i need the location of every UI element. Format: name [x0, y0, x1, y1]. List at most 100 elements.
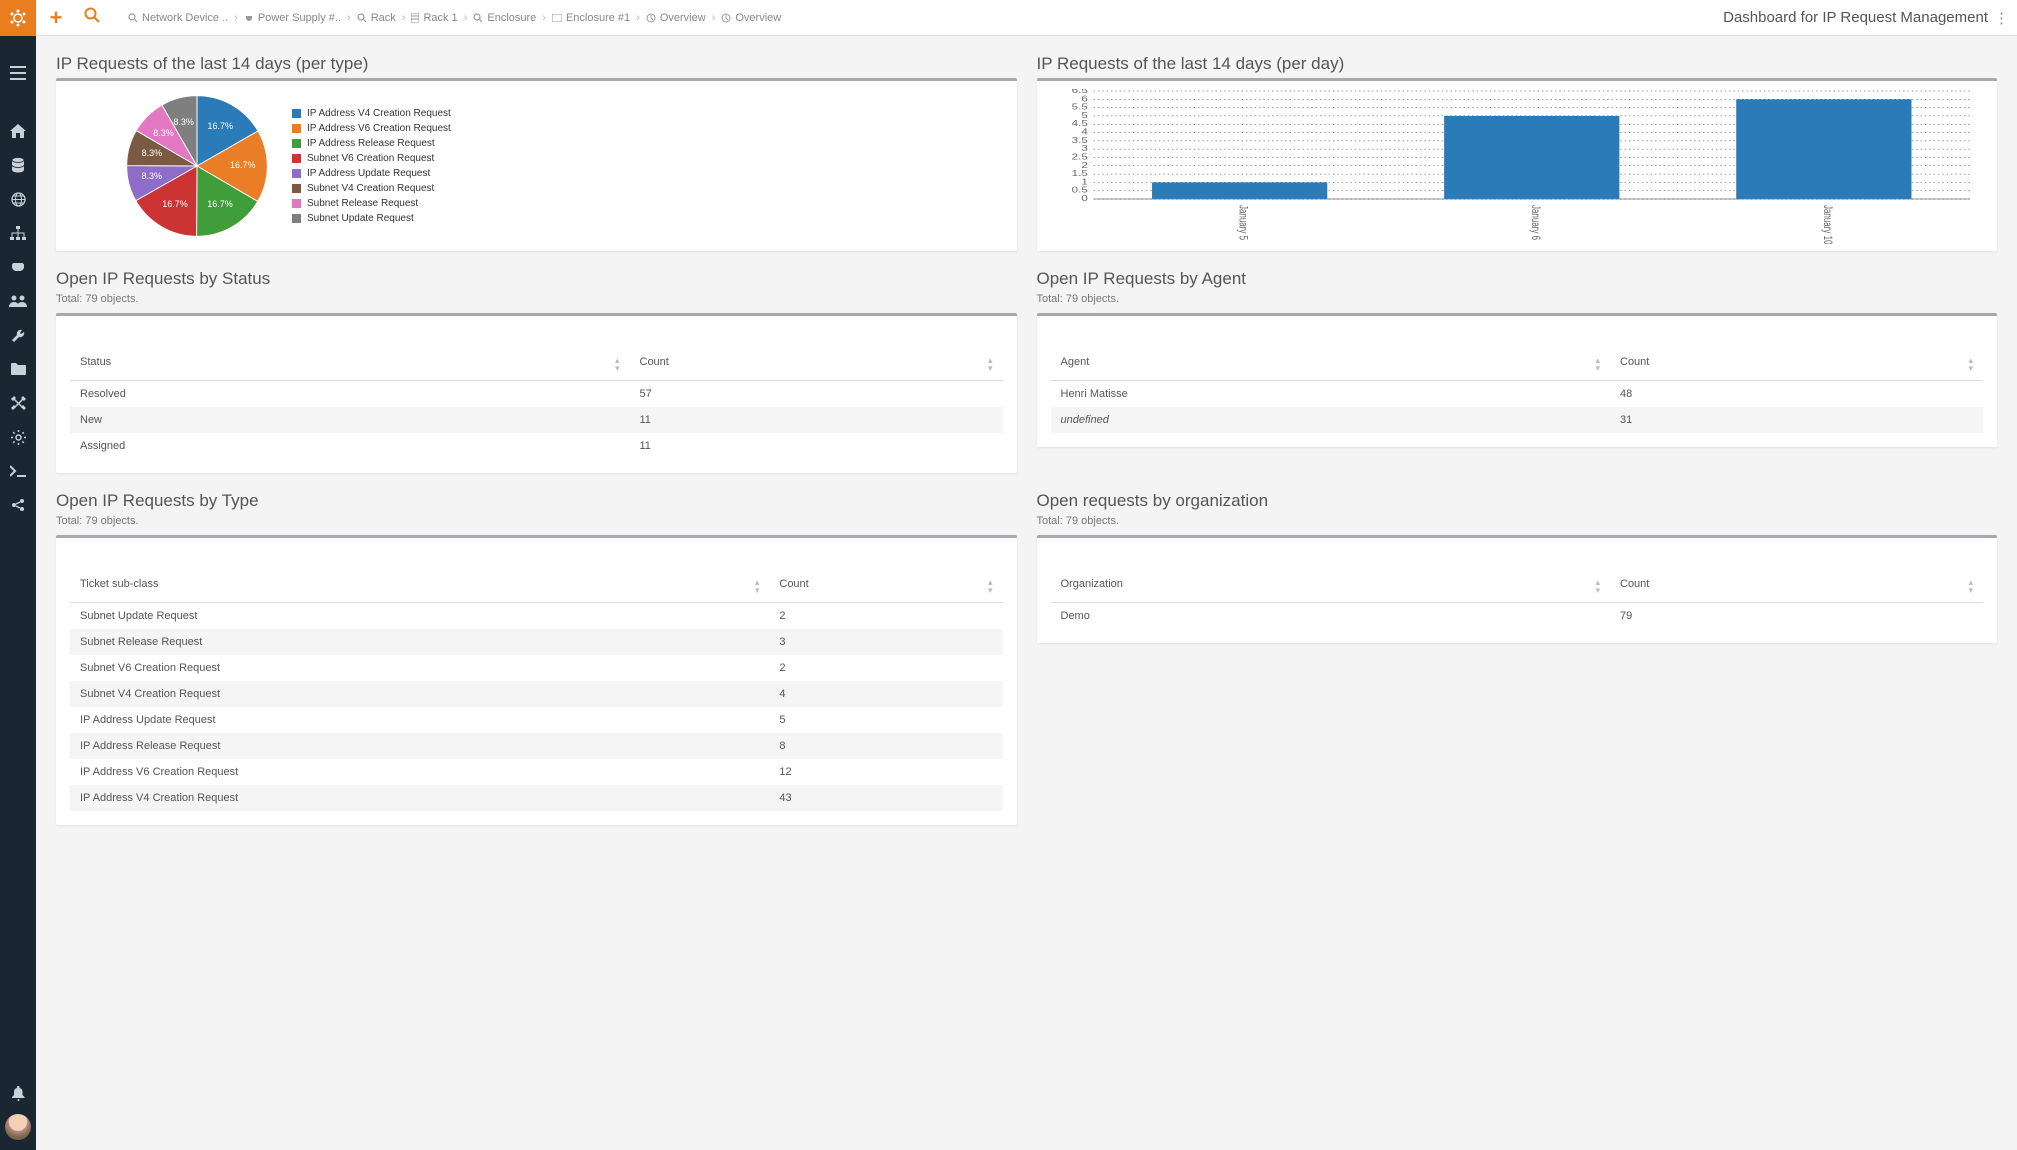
col-count[interactable]: Count▴▾ — [1610, 570, 1983, 603]
app-logo[interactable] — [0, 0, 36, 36]
legend-item[interactable]: IP Address Update Request — [292, 168, 451, 179]
col-agent[interactable]: Agent▴▾ — [1051, 348, 1611, 381]
col-count[interactable]: Count▴▾ — [1610, 348, 1983, 381]
breadcrumb-item[interactable]: Power Supply #.. — [244, 12, 341, 24]
row-count[interactable]: 43 — [769, 785, 1002, 811]
pie-slice-label: 8.3% — [173, 117, 194, 127]
row-label[interactable]: Demo — [1051, 603, 1611, 630]
pie-slice-label: 16.7% — [162, 199, 188, 209]
svg-text:January 5: January 5 — [1236, 205, 1249, 240]
col-status[interactable]: Status▴▾ — [70, 348, 630, 381]
folder-icon[interactable] — [0, 352, 36, 386]
row-count[interactable]: 4 — [769, 681, 1002, 707]
row-count[interactable]: 79 — [1610, 603, 1983, 630]
terminal-icon[interactable] — [0, 454, 36, 488]
row-count[interactable]: 2 — [769, 603, 1002, 630]
row-count[interactable]: 11 — [630, 433, 1003, 459]
add-button[interactable]: + — [44, 5, 68, 31]
panel-title-agent: Open IP Requests by Agent — [1037, 269, 1998, 289]
table-row: IP Address Update Request5 — [70, 707, 1003, 733]
chevron-right-icon: › — [402, 12, 406, 24]
chevron-right-icon: › — [464, 12, 468, 24]
table-row: New11 — [70, 407, 1003, 433]
status-table: Status▴▾ Count▴▾ Resolved57New11Assigned… — [70, 348, 1003, 459]
wrench-icon[interactable] — [0, 318, 36, 352]
hand-icon[interactable] — [0, 250, 36, 284]
pie-slice-label: 16.7% — [208, 121, 234, 131]
row-count[interactable]: 8 — [769, 733, 1002, 759]
legend-item[interactable]: IP Address Release Request — [292, 138, 451, 149]
globe-icon[interactable] — [0, 182, 36, 216]
gear-icon[interactable] — [0, 420, 36, 454]
col-subclass[interactable]: Ticket sub-class▴▾ — [70, 570, 769, 603]
row-label: Subnet V4 Creation Request — [70, 681, 769, 707]
row-count[interactable]: 48 — [1610, 381, 1983, 408]
breadcrumb-item[interactable]: Rack — [357, 12, 396, 24]
panel-sub-org: Total: 79 objects. — [1037, 515, 1998, 527]
svg-text:January 6: January 6 — [1528, 205, 1541, 240]
breadcrumb-item[interactable]: Overview — [646, 12, 706, 24]
svg-text:2: 2 — [1081, 161, 1088, 170]
svg-text:0.5: 0.5 — [1071, 186, 1088, 195]
more-icon[interactable]: ⋮ — [1994, 9, 2009, 27]
pie-slice-label: 8.3% — [141, 171, 162, 181]
users-icon[interactable] — [0, 284, 36, 318]
bell-icon[interactable] — [0, 1076, 36, 1110]
row-label: Resolved — [70, 381, 630, 408]
table-row: Assigned11 — [70, 433, 1003, 459]
user-avatar[interactable] — [5, 1114, 31, 1140]
panel-org: Organization▴▾ Count▴▾ Demo79 — [1037, 535, 1998, 643]
row-label[interactable]: Henri Matisse — [1051, 381, 1611, 408]
sitemap-icon[interactable] — [0, 216, 36, 250]
panel-title-pie: IP Requests of the last 14 days (per typ… — [56, 54, 1017, 74]
svg-text:4.5: 4.5 — [1071, 120, 1088, 129]
legend-item[interactable]: Subnet Release Request — [292, 198, 451, 209]
pie-slice-label: 16.7% — [207, 199, 233, 209]
row-label: Assigned — [70, 433, 630, 459]
sidebar-menu-toggle[interactable] — [0, 56, 36, 90]
breadcrumbs: Network Device .. › Power Supply #.. › Rack ›… — [128, 12, 781, 24]
search-button[interactable] — [80, 7, 104, 28]
panel-title-org: Open requests by organization — [1037, 491, 1998, 511]
col-count[interactable]: Count▴▾ — [630, 348, 1003, 381]
row-count[interactable]: 31 — [1610, 407, 1983, 433]
chevron-right-icon: › — [234, 12, 238, 24]
table-row: undefined31 — [1051, 407, 1984, 433]
breadcrumb-item[interactable]: Enclosure #1 — [552, 12, 630, 24]
row-label: New — [70, 407, 630, 433]
tools-icon[interactable] — [0, 386, 36, 420]
row-count[interactable]: 57 — [630, 381, 1003, 408]
legend-item[interactable]: IP Address V4 Creation Request — [292, 108, 451, 119]
breadcrumb-item[interactable]: Enclosure — [473, 12, 536, 24]
pie-slice-label: 8.3% — [142, 148, 163, 158]
row-count[interactable]: 3 — [769, 629, 1002, 655]
bar-chart: 00.511.522.533.544.555.566.5January 5Jan… — [1037, 81, 1998, 251]
row-count[interactable]: 2 — [769, 655, 1002, 681]
row-count[interactable]: 12 — [769, 759, 1002, 785]
share-icon[interactable] — [0, 488, 36, 522]
panel-title-bar: IP Requests of the last 14 days (per day… — [1037, 54, 1998, 74]
topbar: + Network Device .. › Power Supply #.. › Rac… — [36, 0, 2017, 36]
table-row: IP Address Release Request8 — [70, 733, 1003, 759]
panel-pie: 16.7%16.7%16.7%16.7%8.3%8.3%8.3%8.3% IP … — [56, 78, 1017, 251]
row-count[interactable]: 11 — [630, 407, 1003, 433]
breadcrumb-item[interactable]: Overview — [721, 12, 781, 24]
row-label: IP Address V4 Creation Request — [70, 785, 769, 811]
table-row: IP Address V4 Creation Request43 — [70, 785, 1003, 811]
legend-item[interactable]: Subnet V6 Creation Request — [292, 153, 451, 164]
breadcrumb-item[interactable]: Rack 1 — [411, 12, 457, 24]
breadcrumb-item[interactable]: Network Device .. — [128, 12, 228, 24]
legend-item[interactable]: Subnet V4 Creation Request — [292, 183, 451, 194]
panel-status: Status▴▾ Count▴▾ Resolved57New11Assigned… — [56, 313, 1017, 473]
database-icon[interactable] — [0, 148, 36, 182]
table-row: IP Address V6 Creation Request12 — [70, 759, 1003, 785]
svg-text:1.5: 1.5 — [1071, 170, 1088, 179]
col-count[interactable]: Count▴▾ — [769, 570, 1002, 603]
row-count[interactable]: 5 — [769, 707, 1002, 733]
chevron-right-icon: › — [636, 12, 640, 24]
col-org[interactable]: Organization▴▾ — [1051, 570, 1611, 603]
legend-item[interactable]: IP Address V6 Creation Request — [292, 123, 451, 134]
home-icon[interactable] — [0, 114, 36, 148]
legend-item[interactable]: Subnet Update Request — [292, 213, 451, 224]
svg-text:0: 0 — [1081, 195, 1088, 204]
